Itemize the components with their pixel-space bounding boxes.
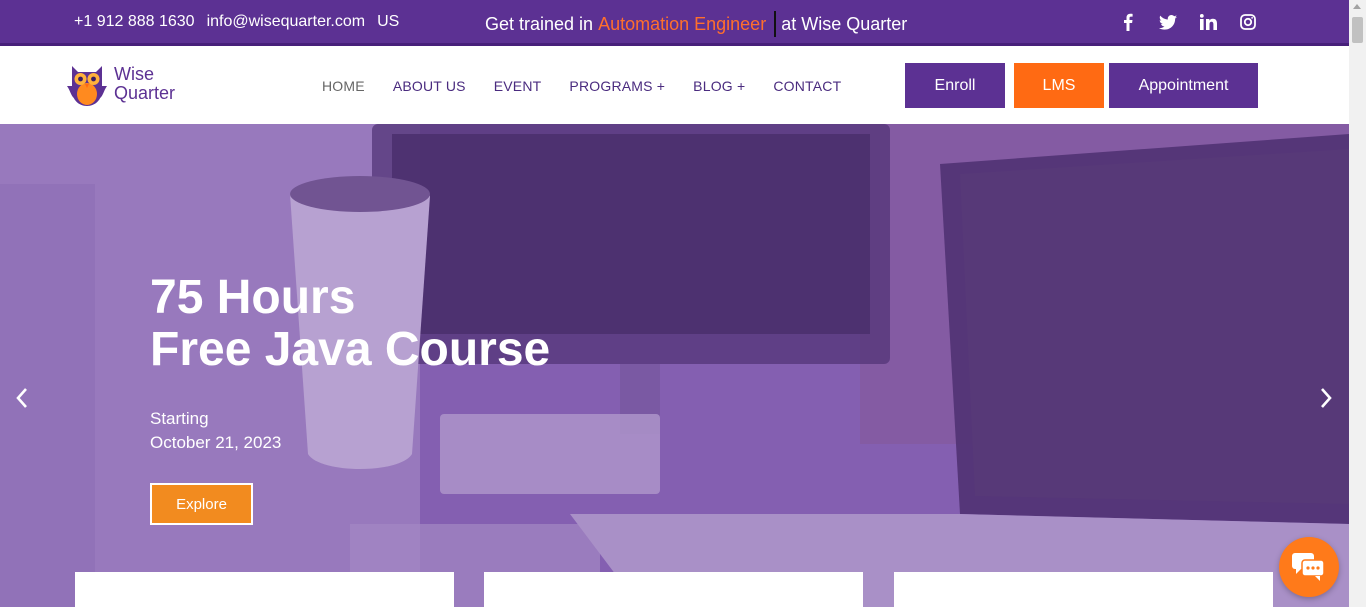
main-nav: HOME ABOUT US EVENT PROGRAMS + BLOG + CO…	[322, 78, 841, 94]
nav-about-us[interactable]: ABOUT US	[393, 78, 466, 94]
social-links	[1118, 12, 1258, 32]
enroll-button[interactable]: Enroll	[905, 63, 1005, 108]
nav-event[interactable]: EVENT	[494, 78, 542, 94]
contact-info: +1 912 888 1630 info@wisequarter.com US	[74, 13, 399, 31]
slider-prev-arrow-icon[interactable]	[10, 382, 34, 414]
logo-text: Wise Quarter	[114, 65, 175, 103]
nav-contact[interactable]: CONTACT	[773, 78, 841, 94]
logo-line2: Quarter	[114, 83, 176, 103]
hero-sub-line1: Starting	[150, 409, 209, 428]
promo-highlight: Automation Engineer	[598, 13, 767, 34]
twitter-icon[interactable]	[1158, 12, 1178, 32]
hero-sub-line2: October 21, 2023	[150, 433, 282, 452]
slider-next-arrow-icon[interactable]	[1314, 382, 1338, 414]
promo-text: Get trained in Automation Engineer at Wi…	[485, 11, 907, 37]
nav-programs[interactable]: PROGRAMS +	[569, 78, 665, 94]
nav-home[interactable]: HOME	[322, 78, 365, 94]
promo-prefix: Get trained in	[485, 13, 594, 34]
region-label: US	[377, 13, 400, 30]
page-scrollbar[interactable]	[1349, 0, 1366, 607]
hero-title-line1: 75 Hours	[150, 271, 356, 324]
site-logo[interactable]: Wise Quarter	[66, 60, 175, 108]
main-header: Wise Quarter HOME ABOUT US EVENT PROGRAM…	[0, 46, 1349, 124]
nav-blog[interactable]: BLOG +	[693, 78, 745, 94]
facebook-icon[interactable]	[1118, 12, 1138, 32]
feature-card	[484, 572, 863, 607]
hero-title: 75 Hours Free Java Course	[150, 272, 550, 376]
feature-card	[75, 572, 454, 607]
typing-cursor	[774, 11, 777, 37]
promo-suffix: at Wise Quarter	[781, 13, 908, 34]
lms-button[interactable]: LMS	[1014, 63, 1104, 108]
appointment-button[interactable]: Appointment	[1109, 63, 1258, 108]
scroll-up-arrow-icon[interactable]	[1353, 4, 1361, 9]
phone-link[interactable]: +1 912 888 1630	[74, 13, 195, 31]
hero-title-line2: Free Java Course	[150, 323, 551, 376]
explore-button[interactable]: Explore	[150, 483, 253, 525]
chat-bubble-icon	[1292, 553, 1325, 581]
chat-widget-button[interactable]	[1279, 537, 1339, 597]
hero-slider: 75 Hours Free Java Course Starting Octob…	[0, 124, 1349, 607]
hero-subtitle: Starting October 21, 2023	[150, 407, 281, 455]
instagram-icon[interactable]	[1238, 12, 1258, 32]
logo-line1: Wise	[114, 64, 154, 84]
email-link[interactable]: info@wisequarter.com	[207, 13, 366, 31]
linkedin-icon[interactable]	[1198, 12, 1218, 32]
feature-card	[894, 572, 1273, 607]
scroll-thumb[interactable]	[1352, 17, 1363, 43]
top-info-bar: +1 912 888 1630 info@wisequarter.com US …	[0, 0, 1349, 46]
owl-logo-icon	[67, 66, 107, 106]
